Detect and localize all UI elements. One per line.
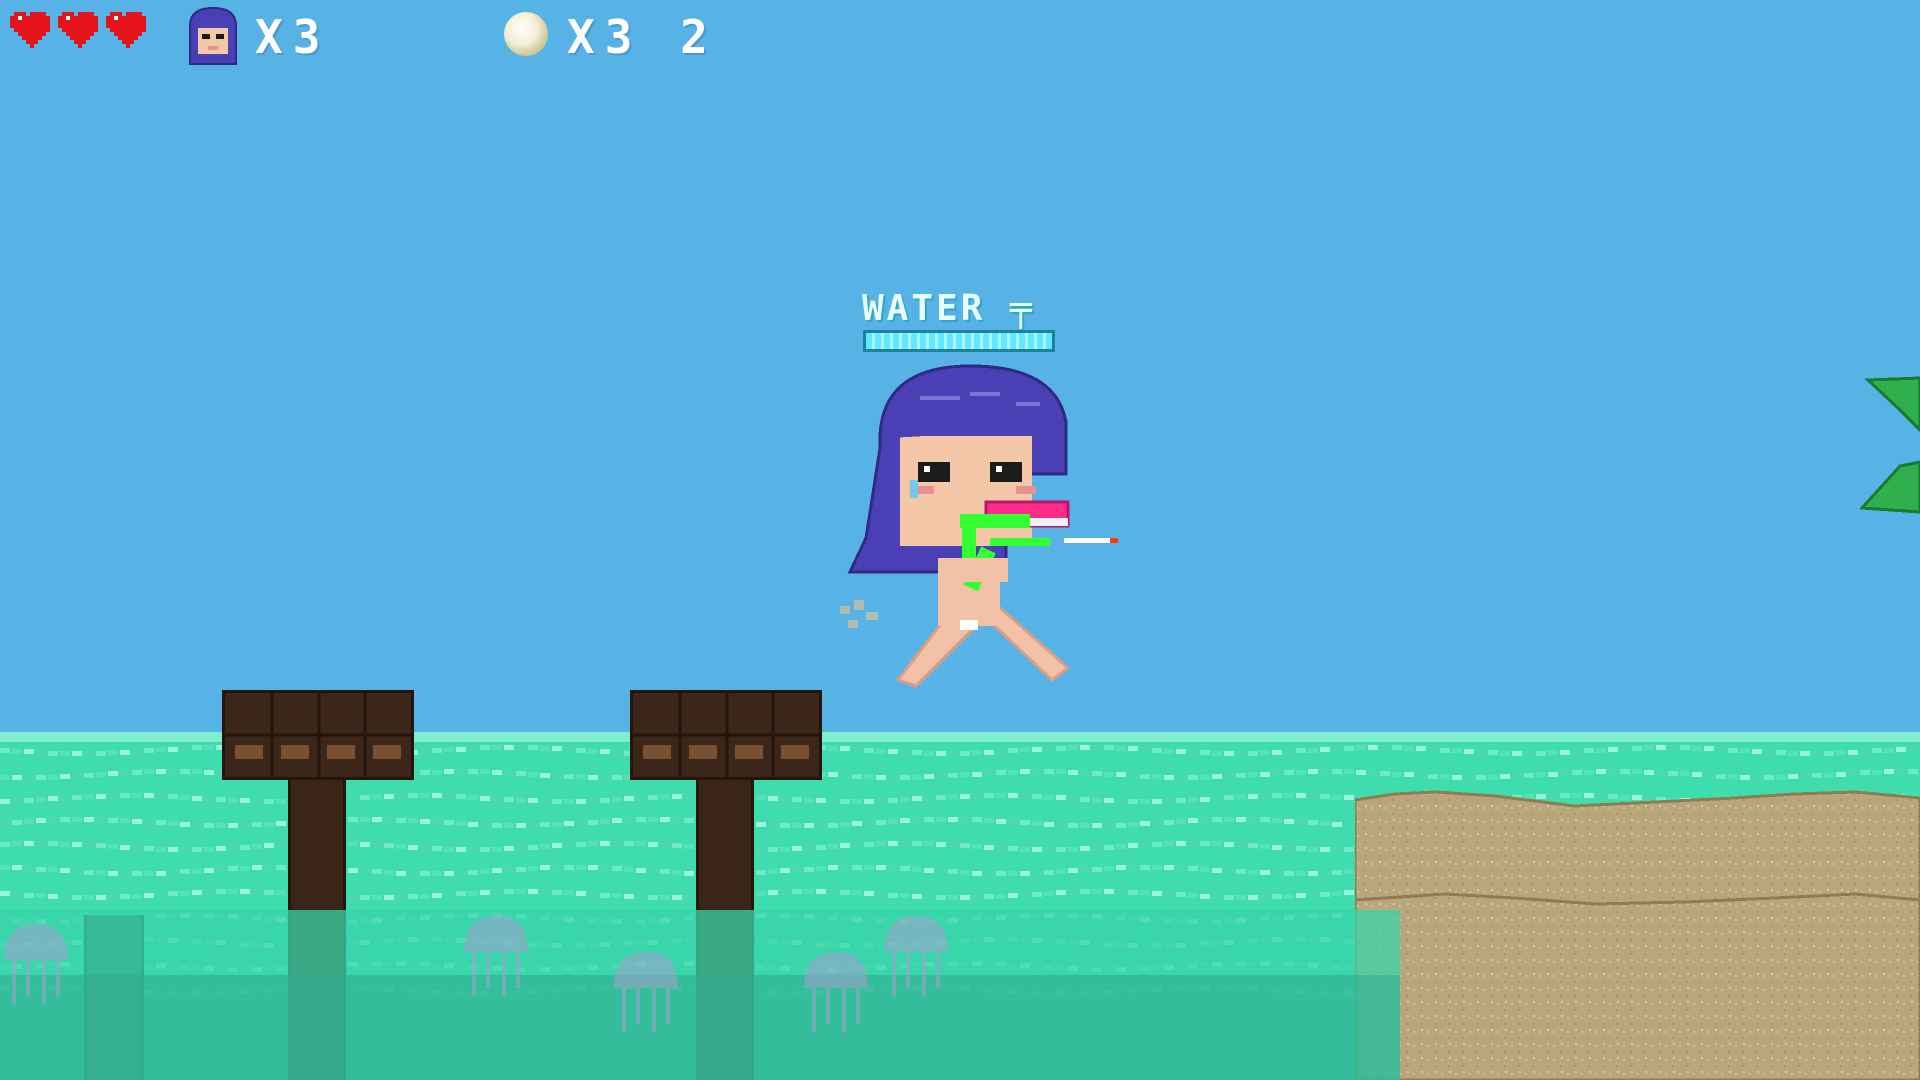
- jellyfish: [804, 952, 868, 1032]
- jellyfish: [464, 916, 528, 996]
- jellyfish: [4, 924, 68, 1004]
- sand-island: [1355, 790, 1920, 1080]
- heart-icon: [10, 12, 50, 48]
- player-character: [840, 364, 1118, 688]
- deep-water-overlay: [0, 975, 1400, 1080]
- lives-counter: X3: [255, 10, 331, 64]
- water-gun-mini-icon: ╤: [985, 288, 1035, 329]
- pearl-counter: X3 2: [567, 10, 718, 64]
- water-gauge-label: WATER ╤: [862, 288, 1035, 329]
- water-gauge-fill: [866, 333, 1052, 349]
- game-viewport[interactable]: WATER ╤ X3 X3 2: [0, 0, 1920, 1080]
- water-gauge-bar: [863, 330, 1055, 352]
- player-head-icon: [189, 6, 237, 65]
- jellyfish: [884, 916, 948, 996]
- heart-icon: [58, 12, 98, 48]
- wooden-post-top-left: [222, 690, 414, 780]
- heart-icon: [106, 12, 146, 48]
- wooden-post-top-right: [630, 690, 822, 780]
- pearl-icon: [504, 12, 548, 56]
- palm-leaf-icon: [1860, 376, 1920, 514]
- jellyfish: [614, 952, 678, 1032]
